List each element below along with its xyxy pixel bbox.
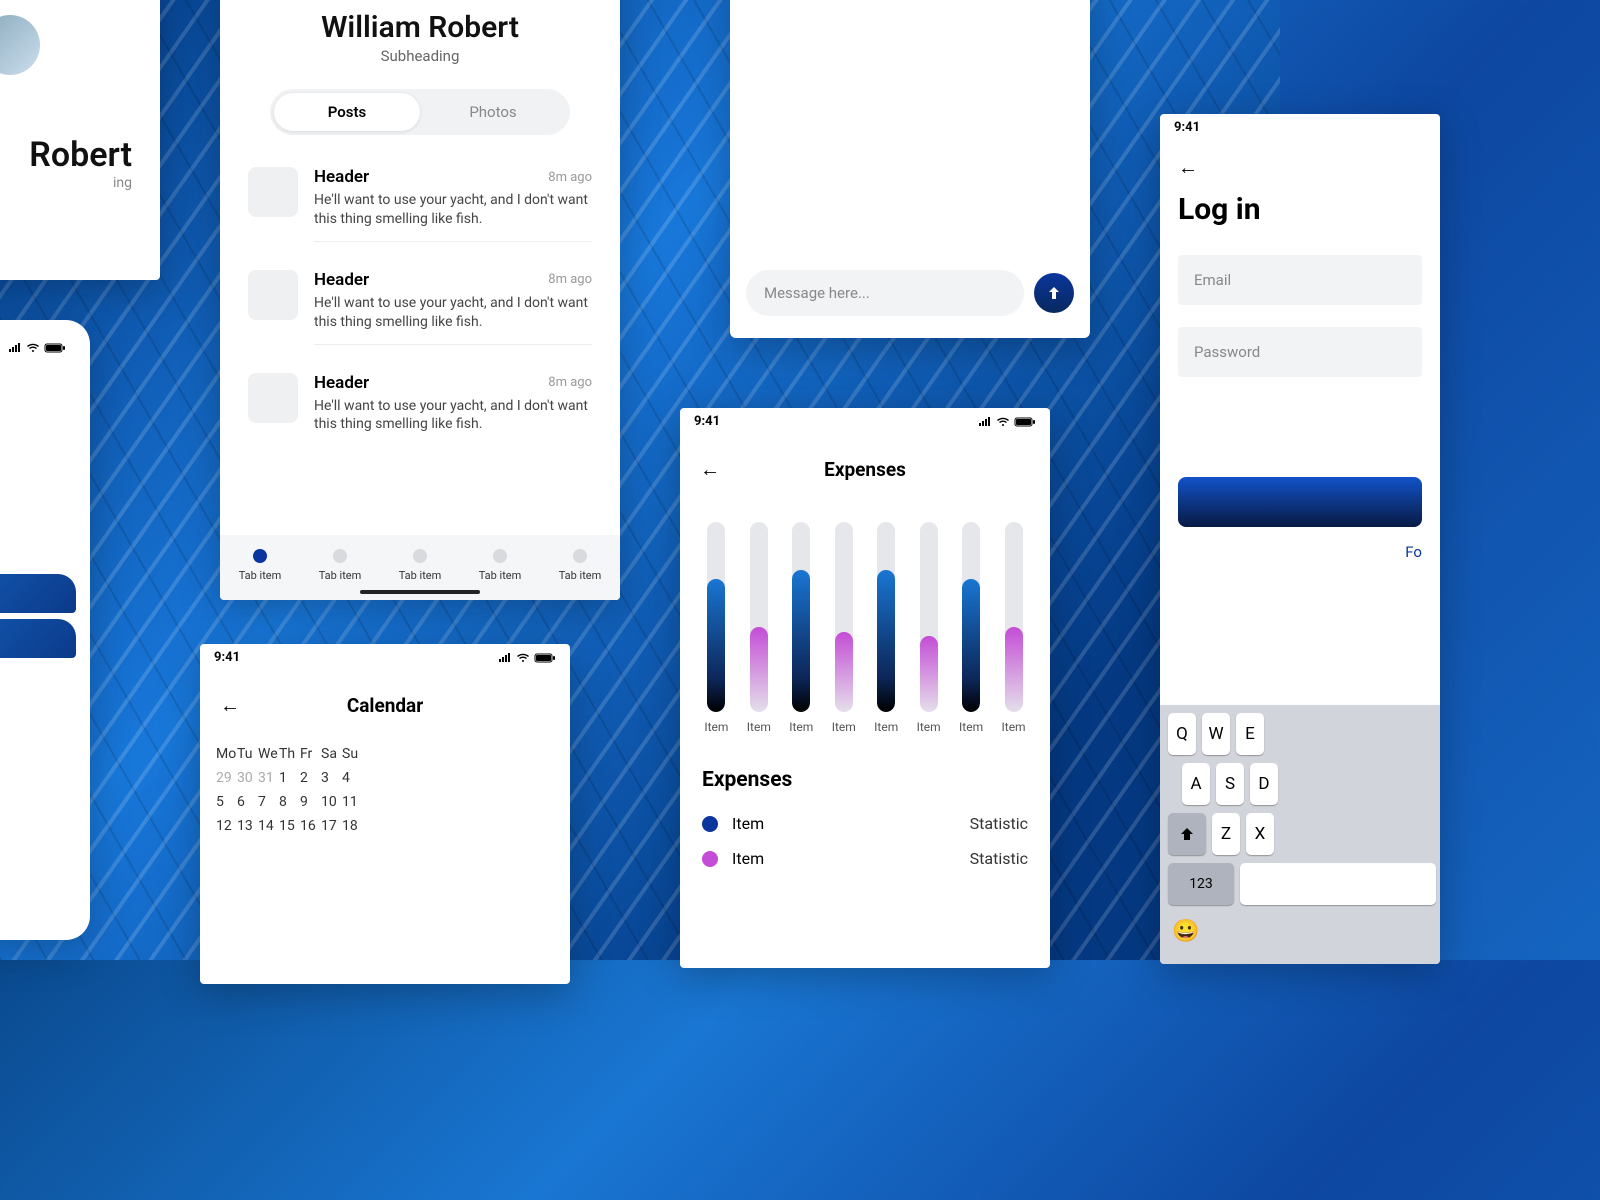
legend-dot-icon [702,816,718,832]
key[interactable]: W [1202,713,1230,755]
page-subtitle: Subheading [220,47,620,65]
back-button[interactable]: ← [1178,149,1422,186]
tabbar-item[interactable]: Tab item [399,549,442,582]
page-title: Expenses [720,458,1010,481]
signal-icon [8,342,22,354]
profile-sub: ing [0,175,140,191]
post-timestamp: 8m ago [548,375,592,390]
list-item[interactable]: Header 8m ago He'll want to use your yach… [220,153,620,256]
signal-icon [498,652,512,664]
post-text: He'll want to use your yacht, and I don'… [314,294,592,332]
back-button[interactable]: ← [700,451,720,488]
post-text: He'll want to use your yacht, and I don'… [314,191,592,229]
login-card: 9:41 ← Log in Email Password Fo Q W E A … [1160,114,1440,964]
tabbar-item[interactable]: Tab item [479,549,522,582]
post-header: Header [314,167,369,187]
chart-bar: Item [740,522,777,734]
legend-dot-icon [702,851,718,867]
chart-bar: Item [698,522,735,734]
shift-icon [1179,826,1195,842]
home-indicator [360,590,480,594]
key[interactable]: D [1250,763,1278,805]
wifi-icon [516,652,530,664]
calendar-card: 9:41 ← Calendar MoTuWeThFrSaSu2930311234… [200,644,570,984]
expenses-chart: ItemItemItemItemItemItemItemItem [680,492,1050,740]
battery-icon [534,652,556,664]
message-input[interactable]: Message here... [746,270,1024,316]
expenses-card: 9:41 ← Expenses ItemItemItemItemItemItem… [680,408,1050,968]
tabbar-item[interactable]: Tab item [319,549,362,582]
page-title: Calendar [240,694,530,717]
message-card: Message here... [730,0,1090,338]
chart-bar: Item [953,522,990,734]
key[interactable]: Q [1168,713,1196,755]
tabbar-item[interactable]: Tab item [239,549,282,582]
key[interactable]: E [1236,713,1264,755]
page-title: Log in [1178,192,1422,227]
tab-posts[interactable]: Posts [274,93,420,131]
wifi-icon [996,416,1010,428]
status-time: 9:41 [214,650,240,665]
status-time: 9:41 [694,414,720,429]
page-title: William Robert [220,10,620,45]
status-bar: 9:41 [680,408,1050,443]
post-timestamp: 8m ago [548,170,592,185]
status-bar: 9:41 [200,644,570,679]
signal-icon [978,416,992,428]
back-button[interactable]: ← [220,687,240,724]
tabbar-item[interactable]: Tab item [559,549,602,582]
key[interactable]: Z [1212,813,1240,855]
stat-row: Item Statistic [680,841,1050,876]
chart-bar: Item [868,522,905,734]
status-bar [0,336,80,368]
chart-bar: Item [995,522,1032,734]
post-timestamp: 8m ago [548,272,592,287]
password-field[interactable]: Password [1178,327,1422,377]
key[interactable]: S [1216,763,1244,805]
battery-icon [1014,416,1036,428]
chart-bar: Item [783,522,820,734]
tab-bar: Tab item Tab item Tab item Tab item Tab … [220,535,620,600]
avatar [0,15,40,75]
email-field[interactable]: Email [1178,255,1422,305]
chart-bar: Item [910,522,947,734]
keyboard: Q W E A S D Z X 123 😀 [1160,705,1440,964]
login-button[interactable] [1178,477,1422,527]
shift-key[interactable] [1168,813,1206,855]
section-heading: Expenses [680,740,1050,806]
status-bar: 9:41 [1160,114,1440,149]
list-item[interactable]: Header 8m ago He'll want to use your yach… [220,256,620,359]
chat-partial-card: it amet, ng elit. it amet, ng elit. [0,320,90,940]
numbers-key[interactable]: 123 [1168,863,1234,905]
calendar-grid[interactable]: MoTuWeThFrSaSu29303112345678910111213141… [200,728,570,852]
stat-row: Item Statistic [680,806,1050,841]
chat-bubble: it amet, ng elit. [0,619,76,658]
list-item[interactable]: Header 8m ago He'll want to use your yach… [220,359,620,461]
key[interactable]: X [1246,813,1274,855]
tab-photos[interactable]: Photos [420,93,566,131]
send-button[interactable] [1034,273,1074,313]
post-text: He'll want to use your yacht, and I don'… [314,397,592,435]
thumbnail [248,373,298,423]
chart-bar: Item [825,522,862,734]
battery-icon [44,342,66,354]
post-header: Header [314,270,369,290]
thumbnail [248,167,298,217]
wifi-icon [26,342,40,354]
profile-name: Robert [0,135,140,175]
status-time: 9:41 [1174,120,1200,135]
thumbnail [248,270,298,320]
profile-card: William Robert Subheading Posts Photos H… [220,0,620,600]
forgot-link[interactable]: Fo [1178,543,1422,561]
space-key[interactable] [1240,863,1436,905]
emoji-icon[interactable]: 😀 [1172,919,1199,944]
post-header: Header [314,373,369,393]
chat-bubble: it amet, ng elit. [0,574,76,613]
arrow-up-icon [1045,284,1063,302]
segment-control[interactable]: Posts Photos [270,89,570,135]
partial-profile-card: e Robert ing [0,0,160,280]
post-list: Header 8m ago He'll want to use your yach… [220,153,620,460]
key[interactable]: A [1182,763,1210,805]
